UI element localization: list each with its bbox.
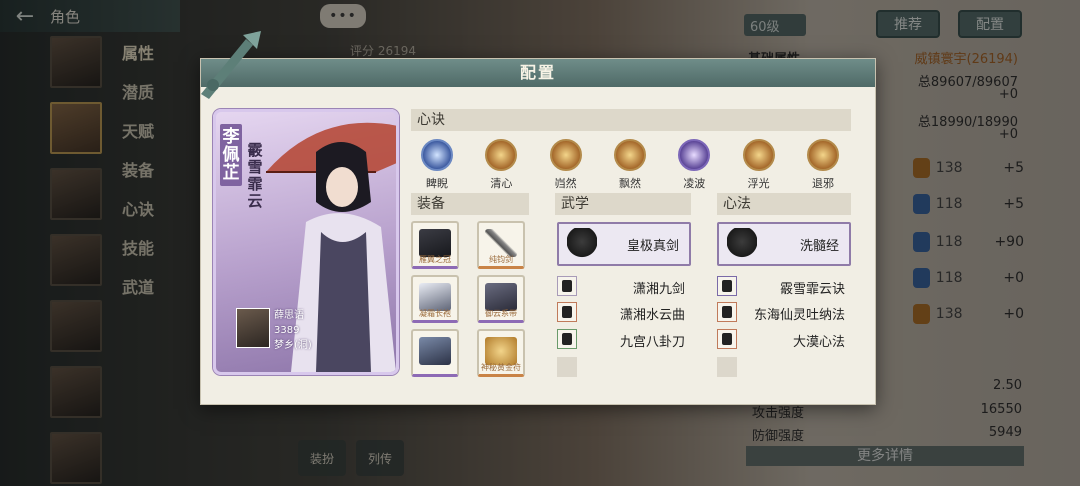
equip-name: 纯钧剑 [489,255,513,264]
xinjue-item[interactable]: 凌波 [672,139,716,191]
support-name: 薛思语 [274,310,304,321]
skill-name: 九宫八卦刀 [619,335,685,350]
swordsman-icon [567,228,597,262]
skill-name: 皇极真剑 [626,239,679,254]
empty-skill-slot[interactable] [557,357,577,377]
boots-icon [419,337,451,365]
xinjue-label: 退邪 [811,177,834,190]
equip-name: 凝霜长袍 [419,309,451,318]
xinjue-flower-icon [485,139,518,171]
support-avatar [236,308,270,348]
skill-figure-icon [717,329,737,349]
xinjue-leaf-icon [613,139,646,171]
talisman-icon [485,337,517,365]
support-score: 3389 [274,325,300,336]
skill-name: 东海仙灵吐纳法 [753,308,845,323]
xinjue-label: 浮光 [747,177,770,190]
skill-figure-icon [557,329,577,349]
wuxue-sub-skill[interactable]: 九宫八卦刀 [557,329,685,351]
section-wuxue-header: 武学 [555,193,691,215]
xinfa-sub-skill[interactable]: 东海仙灵吐纳法 [717,302,845,324]
meditation-icon [727,228,757,262]
xinjue-label: 飘然 [618,177,641,190]
section-xinfa-header: 心法 [717,193,851,215]
xinjue-light-icon [742,139,775,171]
character-title: 霰雪霏云 [247,141,263,210]
xinjue-pillars-icon [806,139,839,171]
xinjue-dragon-icon [421,139,453,171]
character-name: 李佩芷 [220,124,242,186]
helmet-icon [419,229,451,257]
support-info: 薛思语 3389 梦乡(洞) [274,308,312,353]
wuxue-main-skill[interactable]: 皇极真剑 [557,222,691,266]
xinjue-item[interactable]: 退邪 [801,139,845,191]
empty-skill-slot[interactable] [717,357,737,377]
skill-figure-icon [557,302,577,322]
equip-name: 御云系带 [485,309,517,318]
equip-name: 雁翼之冠 [419,255,451,264]
xinjue-item[interactable]: 飘然 [608,139,652,191]
skill-name: 潇湘九剑 [632,282,685,297]
equip-slot-helmet[interactable]: 雁翼之冠 [411,221,459,269]
xinjue-label: 岿然 [554,177,577,190]
support-place: 梦乡(洞) [274,340,312,351]
xinjue-item[interactable]: 睥睨 [415,139,459,191]
skill-name: 霰雪霏云诀 [779,282,845,297]
skill-name: 潇湘水云曲 [619,308,685,323]
skill-figure-icon [557,276,577,296]
xinjue-list: 睥睨 清心 岿然 飘然 凌波 浮光 退邪 [415,139,845,191]
section-xinjue-header: 心诀 [411,109,851,131]
equip-slot-accessory[interactable]: 神秘黄金符 [477,329,525,377]
wuxue-sub-skill[interactable]: 潇湘水云曲 [557,302,685,324]
robe-icon [419,283,451,311]
xinjue-item[interactable]: 清心 [479,139,523,191]
xinjue-item[interactable]: 浮光 [737,139,781,191]
sword-icon [485,229,517,257]
xinjue-label: 凌波 [683,177,706,190]
equip-slot-belt[interactable]: 御云系带 [477,275,525,323]
wuxue-sub-skill[interactable]: 潇湘九剑 [557,276,685,298]
skill-name: 大漠心法 [792,335,845,350]
section-equip-header: 装备 [411,193,529,215]
xinjue-wave-icon [678,139,711,171]
xinfa-sub-skill[interactable]: 大漠心法 [717,329,845,351]
config-modal: 配置 李佩芷 霰雪霏云 薛思语 3389 梦乡(洞) 心诀 睥睨 清心 岿然 飘… [200,31,876,405]
xinjue-pillar-icon [549,139,582,171]
xinjue-item[interactable]: 岿然 [544,139,588,191]
xinjue-label: 睥睨 [426,177,448,190]
xinfa-sub-skill[interactable]: 霰雪霏云诀 [717,276,845,298]
character-card[interactable]: 李佩芷 霰雪霏云 薛思语 3389 梦乡(洞) [213,109,399,375]
equip-slot-weapon[interactable]: 纯钧剑 [477,221,525,269]
equip-slot-armor[interactable]: 凝霜长袍 [411,275,459,323]
belt-icon [485,283,517,311]
skill-figure-icon [717,302,737,322]
equip-slot-boots[interactable] [411,329,459,377]
skill-figure-icon [717,276,737,296]
sword-ornament-icon [201,31,261,99]
xinfa-main-skill[interactable]: 洗髓经 [717,222,851,266]
modal-title: 配置 [201,59,875,87]
skill-name: 洗髓经 [799,239,839,254]
equip-name: 神秘黄金符 [481,363,521,372]
xinjue-label: 清心 [490,177,513,190]
